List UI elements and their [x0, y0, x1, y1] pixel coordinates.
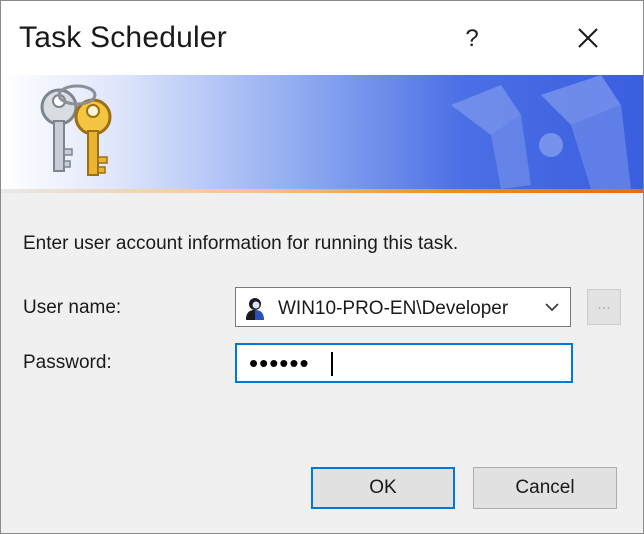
user-name-combobox[interactable]: WIN10-PRO-EN\Developer: [235, 287, 571, 327]
user-name-value: WIN10-PRO-EN\Developer: [278, 298, 509, 319]
password-field[interactable]: ••••••: [235, 343, 573, 383]
text-caret: [331, 352, 333, 376]
browse-user-button[interactable]: ...: [587, 289, 621, 325]
help-button[interactable]: ?: [449, 19, 495, 59]
task-scheduler-dialog: Task Scheduler ? Enter user account info…: [0, 0, 644, 534]
banner-accent-line: [1, 189, 643, 193]
cancel-button[interactable]: Cancel: [473, 467, 617, 509]
user-name-label: User name:: [23, 297, 122, 318]
close-icon: [578, 28, 598, 48]
password-label: Password:: [23, 352, 112, 373]
title-bar: Task Scheduler ?: [1, 1, 643, 75]
close-button[interactable]: [565, 19, 611, 59]
user-icon: [246, 298, 264, 320]
ok-button[interactable]: OK: [311, 467, 455, 509]
chevron-down-icon[interactable]: [544, 300, 560, 314]
password-mask: ••••••: [249, 348, 310, 378]
banner-watermark-icon: [451, 75, 631, 189]
window-title: Task Scheduler: [19, 21, 227, 54]
instruction-text: Enter user account information for runni…: [23, 233, 459, 254]
keys-icon: [40, 84, 112, 176]
